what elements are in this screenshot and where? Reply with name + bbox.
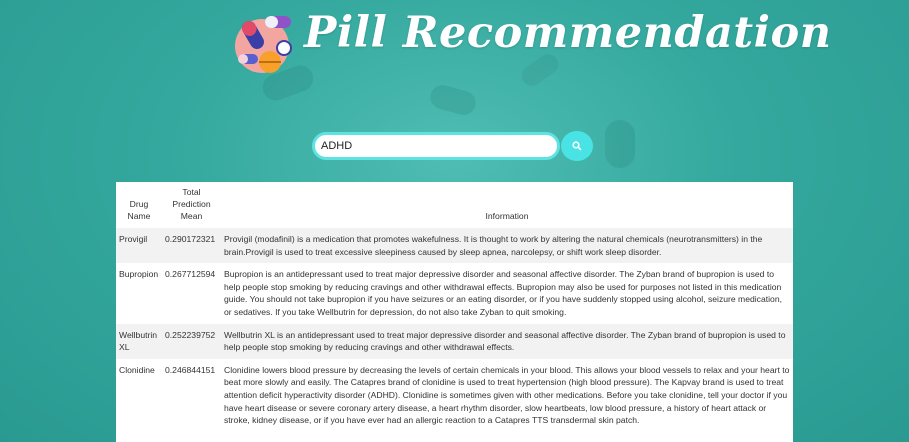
drug-name-cell: Clonidine bbox=[116, 358, 162, 432]
search-input[interactable] bbox=[312, 132, 560, 160]
search-button[interactable] bbox=[561, 131, 593, 161]
table-row: Bupropion 0.267712594 Bupropion is an an… bbox=[116, 263, 793, 324]
information-cell: Clonidine lowers blood pressure by decre… bbox=[221, 358, 793, 432]
information-cell: Bupropion is an antidepressant used to t… bbox=[221, 263, 793, 324]
information-cell: Provigil (modafinil) is a medication tha… bbox=[221, 228, 793, 264]
background-pill-decoration bbox=[427, 82, 479, 118]
results-table: Drug Name Total Prediction Mean Informat… bbox=[116, 182, 793, 442]
information-cell: Wellbutrin XL is an antidepressant used … bbox=[221, 323, 793, 359]
search-icon bbox=[572, 141, 582, 151]
drug-name-cell: Wellbutrin XL bbox=[116, 323, 162, 359]
column-header-drug-name: Drug Name bbox=[127, 199, 151, 221]
prediction-mean-cell: 0.290172321 bbox=[162, 228, 221, 264]
prediction-mean-cell: 0.267712594 bbox=[162, 263, 221, 324]
pill-logo-icon bbox=[235, 16, 292, 73]
table-header-row: Drug Name Total Prediction Mean Informat… bbox=[116, 182, 793, 228]
prediction-mean-cell: 0.246844151 bbox=[162, 358, 221, 432]
column-header-prediction-mean: Total Prediction Mean bbox=[172, 187, 211, 221]
drug-name-cell: Bupropion bbox=[116, 263, 162, 324]
page-title: Pill Recommendation bbox=[304, 8, 832, 58]
table-row: Clonidine 0.246844151 Clonidine lowers b… bbox=[116, 358, 793, 432]
background-pill-decoration bbox=[605, 120, 635, 168]
table-row: Wellbutrin XL 0.252239752 Wellbutrin XL … bbox=[116, 323, 793, 359]
prediction-mean-cell: 0.252239752 bbox=[162, 323, 221, 359]
drug-name-cell: Provigil bbox=[116, 228, 162, 264]
header: Pill Recommendation bbox=[0, 6, 909, 78]
table-row: Provigil 0.290172321 Provigil (modafinil… bbox=[116, 228, 793, 264]
column-header-information: Information bbox=[485, 211, 529, 221]
